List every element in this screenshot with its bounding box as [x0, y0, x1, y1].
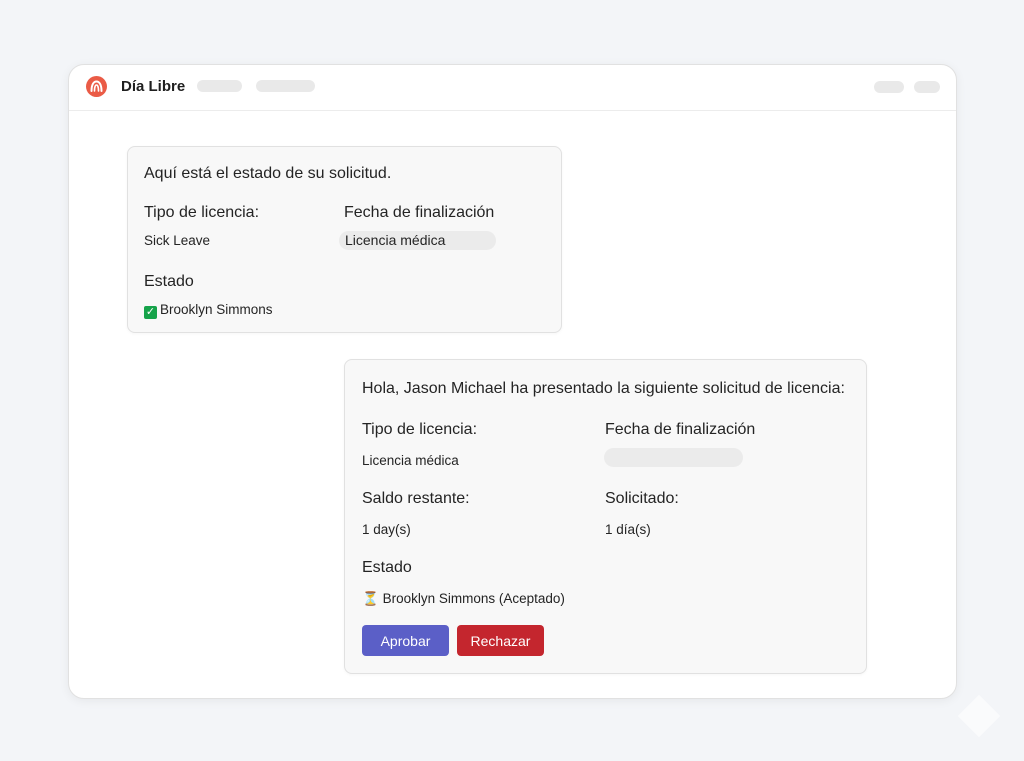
- hourglass-icon: ⏳: [362, 591, 379, 606]
- reject-button[interactable]: Rechazar: [457, 625, 544, 656]
- title-bar: Día Libre: [69, 65, 956, 111]
- leave-type-value: Sick Leave: [144, 233, 211, 248]
- window-control-placeholder[interactable]: [874, 81, 904, 93]
- balance-value: 1 day(s): [362, 522, 411, 537]
- status-line: ✓ Brooklyn Simmons: [144, 302, 273, 319]
- requested-value: 1 día(s): [605, 522, 651, 537]
- window-control-placeholder[interactable]: [914, 81, 940, 93]
- end-date-label: Fecha de finalización: [344, 204, 495, 221]
- leave-type-label: Tipo de licencia:: [144, 204, 260, 221]
- status-card: Aquí está el estado de su solicitud. Tip…: [127, 146, 562, 333]
- status-value: Brooklyn Simmons (Aceptado): [382, 591, 565, 606]
- end-date-chip: [604, 448, 743, 467]
- end-date-value: Licencia médica: [345, 232, 446, 248]
- tab-placeholder[interactable]: [197, 80, 242, 92]
- end-date-label: Fecha de finalización: [605, 421, 756, 438]
- status-label: Estado: [144, 273, 194, 290]
- balance-label: Saldo restante:: [362, 490, 470, 507]
- app-title: Día Libre: [121, 78, 186, 95]
- check-mark-icon: ✓: [144, 306, 157, 319]
- status-line: ⏳ Brooklyn Simmons (Aceptado): [362, 591, 565, 607]
- app-logo-icon: [86, 76, 107, 97]
- status-value: Brooklyn Simmons: [160, 302, 273, 317]
- sparkle-decoration: [957, 694, 1001, 738]
- status-label: Estado: [362, 559, 412, 576]
- leave-type-label: Tipo de licencia:: [362, 421, 478, 438]
- leave-type-value: Licencia médica: [362, 453, 459, 468]
- status-card-intro: Aquí está el estado de su solicitud.: [144, 165, 392, 182]
- request-card-intro: Hola, Jason Michael ha presentado la sig…: [362, 380, 845, 397]
- requested-label: Solicitado:: [605, 490, 679, 507]
- approve-button[interactable]: Aprobar: [362, 625, 449, 656]
- tab-placeholder[interactable]: [256, 80, 315, 92]
- request-card: Hola, Jason Michael ha presentado la sig…: [344, 359, 867, 674]
- end-date-chip: Licencia médica: [339, 231, 496, 250]
